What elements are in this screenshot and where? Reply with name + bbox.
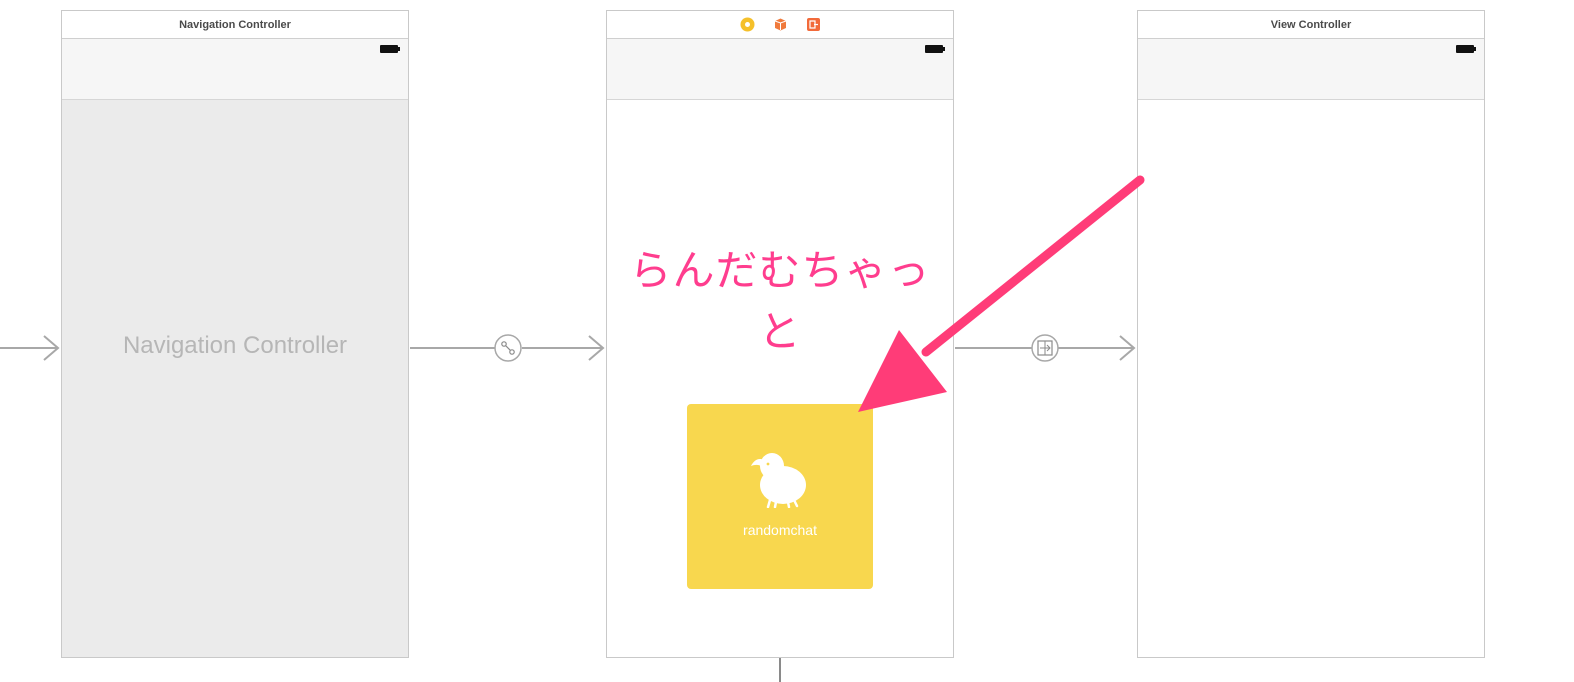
annotation-arrow	[858, 175, 1145, 412]
show-segue-icon[interactable]	[1031, 334, 1059, 362]
storyboard-entry-arrow[interactable]	[0, 335, 60, 361]
relationship-segue-icon[interactable]	[494, 334, 522, 362]
